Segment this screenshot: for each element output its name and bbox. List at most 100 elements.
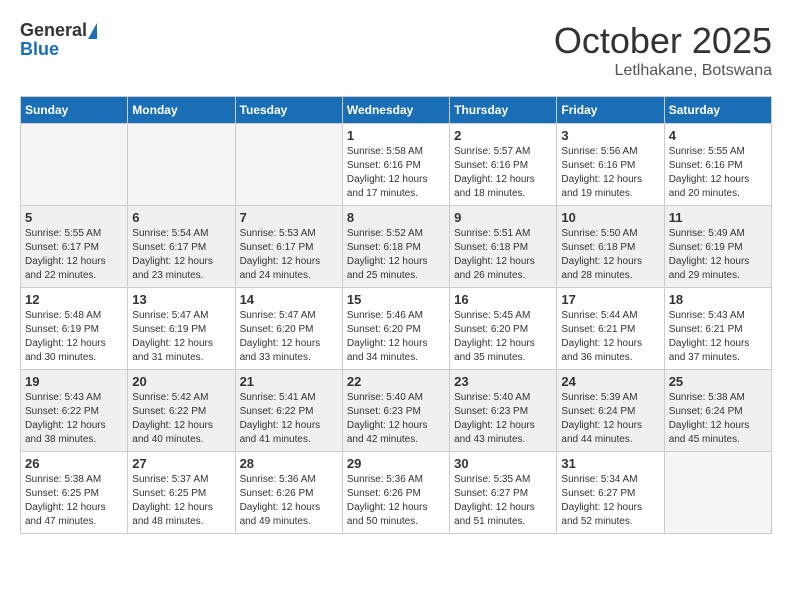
day-info: Sunrise: 5:39 AM Sunset: 6:24 PM Dayligh… [561,391,659,447]
day-info: Sunrise: 5:40 AM Sunset: 6:23 PM Dayligh… [454,391,552,447]
day-number: 20 [132,374,230,389]
table-row: 17Sunrise: 5:44 AM Sunset: 6:21 PM Dayli… [557,288,664,370]
day-info: Sunrise: 5:36 AM Sunset: 6:26 PM Dayligh… [240,473,338,529]
day-number: 27 [132,456,230,471]
table-row: 15 Sunrise: 5:46 AM Sunset: 6:20 PM Dayli… [342,288,449,370]
day-info: Sunrise: 5:46 AM Sunset: 6:20 PM Dayligh… [347,309,445,365]
day-number: 19 [25,374,123,389]
day-number: 28 [240,456,338,471]
table-row: 28 Sunrise: 5:36 AM Sunset: 6:26 PM Dayli… [235,452,342,534]
day-info: Sunrise: 5:47 AM Sunset: 6:19 PM Dayligh… [132,309,230,365]
day-info: Sunrise: 5:50 AM Sunset: 6:18 PM Dayligh… [561,227,659,283]
month-title: October 2025 [554,20,772,62]
table-row: 30Sunrise: 5:35 AM Sunset: 6:27 PM Dayli… [450,452,557,534]
day-number: 26 [25,456,123,471]
header-wednesday: Wednesday [342,97,449,124]
table-row: 25 Sunrise: 5:38 AM Sunset: 6:24 PM Dayli… [664,370,771,452]
calendar-header-row: Sunday Monday Tuesday Wednesday Thursday… [21,97,772,124]
day-number: 7 [240,210,338,225]
table-row: 19 Sunrise: 5:43 AM Sunset: 6:22 PM Dayli… [21,370,128,452]
day-number: 24 [561,374,659,389]
table-row: 18Sunrise: 5:43 AM Sunset: 6:21 PM Dayli… [664,288,771,370]
header-saturday: Saturday [664,97,771,124]
table-row [235,124,342,206]
day-info: Sunrise: 5:57 AM Sunset: 6:16 PM Dayligh… [454,145,552,201]
day-info: Sunrise: 5:54 AM Sunset: 6:17 PM Dayligh… [132,227,230,283]
table-row: 8 Sunrise: 5:52 AM Sunset: 6:18 PM Daylig… [342,206,449,288]
table-row: 26 Sunrise: 5:38 AM Sunset: 6:25 PM Dayli… [21,452,128,534]
calendar-table: Sunday Monday Tuesday Wednesday Thursday… [20,96,772,534]
day-number: 1 [347,128,445,143]
day-number: 16 [454,292,552,307]
day-number: 9 [454,210,552,225]
table-row: 1 Sunrise: 5:58 AM Sunset: 6:16 PM Daylig… [342,124,449,206]
table-row: 4 Sunrise: 5:55 AM Sunset: 6:16 PM Daylig… [664,124,771,206]
day-number: 4 [669,128,767,143]
day-info: Sunrise: 5:42 AM Sunset: 6:22 PM Dayligh… [132,391,230,447]
logo-triangle-icon [88,23,97,39]
day-number: 25 [669,374,767,389]
day-number: 21 [240,374,338,389]
day-info: Sunrise: 5:53 AM Sunset: 6:17 PM Dayligh… [240,227,338,283]
table-row: 22 Sunrise: 5:40 AM Sunset: 6:23 PM Dayli… [342,370,449,452]
day-info: Sunrise: 5:47 AM Sunset: 6:20 PM Dayligh… [240,309,338,365]
day-info: Sunrise: 5:48 AM Sunset: 6:19 PM Dayligh… [25,309,123,365]
calendar-week-row: 12 Sunrise: 5:48 AM Sunset: 6:19 PM Dayli… [21,288,772,370]
title-block: October 2025 Letlhakane, Botswana [554,20,772,80]
day-number: 3 [561,128,659,143]
table-row: 12 Sunrise: 5:48 AM Sunset: 6:19 PM Dayli… [21,288,128,370]
day-number: 18 [669,292,767,307]
day-info: Sunrise: 5:55 AM Sunset: 6:16 PM Dayligh… [669,145,767,201]
day-info: Sunrise: 5:36 AM Sunset: 6:26 PM Dayligh… [347,473,445,529]
day-info: Sunrise: 5:34 AM Sunset: 6:27 PM Dayligh… [561,473,659,529]
day-info: Sunrise: 5:49 AM Sunset: 6:19 PM Dayligh… [669,227,767,283]
day-number: 6 [132,210,230,225]
day-info: Sunrise: 5:37 AM Sunset: 6:25 PM Dayligh… [132,473,230,529]
table-row: 6 Sunrise: 5:54 AM Sunset: 6:17 PM Daylig… [128,206,235,288]
header-monday: Monday [128,97,235,124]
table-row: 27 Sunrise: 5:37 AM Sunset: 6:25 PM Dayli… [128,452,235,534]
day-number: 17 [561,292,659,307]
day-number: 12 [25,292,123,307]
table-row [128,124,235,206]
day-info: Sunrise: 5:43 AM Sunset: 6:22 PM Dayligh… [25,391,123,447]
calendar-week-row: 5 Sunrise: 5:55 AM Sunset: 6:17 PM Daylig… [21,206,772,288]
day-number: 30 [454,456,552,471]
day-number: 11 [669,210,767,225]
table-row: 29Sunrise: 5:36 AM Sunset: 6:26 PM Dayli… [342,452,449,534]
logo: General Blue [20,20,97,60]
day-info: Sunrise: 5:38 AM Sunset: 6:24 PM Dayligh… [669,391,767,447]
header-friday: Friday [557,97,664,124]
table-row: 5 Sunrise: 5:55 AM Sunset: 6:17 PM Daylig… [21,206,128,288]
table-row [21,124,128,206]
table-row: 24 Sunrise: 5:39 AM Sunset: 6:24 PM Dayli… [557,370,664,452]
table-row: 7 Sunrise: 5:53 AM Sunset: 6:17 PM Daylig… [235,206,342,288]
day-number: 31 [561,456,659,471]
day-info: Sunrise: 5:40 AM Sunset: 6:23 PM Dayligh… [347,391,445,447]
table-row: 21Sunrise: 5:41 AM Sunset: 6:22 PM Dayli… [235,370,342,452]
day-number: 5 [25,210,123,225]
table-row: 9Sunrise: 5:51 AM Sunset: 6:18 PM Daylig… [450,206,557,288]
day-info: Sunrise: 5:38 AM Sunset: 6:25 PM Dayligh… [25,473,123,529]
location-title: Letlhakane, Botswana [554,62,772,80]
day-number: 15 [347,292,445,307]
day-info: Sunrise: 5:58 AM Sunset: 6:16 PM Dayligh… [347,145,445,201]
table-row: 10Sunrise: 5:50 AM Sunset: 6:18 PM Dayli… [557,206,664,288]
day-number: 8 [347,210,445,225]
day-info: Sunrise: 5:55 AM Sunset: 6:17 PM Dayligh… [25,227,123,283]
table-row: 20 Sunrise: 5:42 AM Sunset: 6:22 PM Dayli… [128,370,235,452]
page-header: General Blue October 2025 Letlhakane, Bo… [20,20,772,80]
day-info: Sunrise: 5:56 AM Sunset: 6:16 PM Dayligh… [561,145,659,201]
table-row: 16 Sunrise: 5:45 AM Sunset: 6:20 PM Dayli… [450,288,557,370]
day-info: Sunrise: 5:52 AM Sunset: 6:18 PM Dayligh… [347,227,445,283]
day-number: 13 [132,292,230,307]
logo-blue-text: Blue [20,39,59,60]
day-info: Sunrise: 5:45 AM Sunset: 6:20 PM Dayligh… [454,309,552,365]
calendar-week-row: 26 Sunrise: 5:38 AM Sunset: 6:25 PM Dayli… [21,452,772,534]
day-number: 14 [240,292,338,307]
day-number: 22 [347,374,445,389]
table-row: 3 Sunrise: 5:56 AM Sunset: 6:16 PM Daylig… [557,124,664,206]
header-thursday: Thursday [450,97,557,124]
table-row: 14 Sunrise: 5:47 AM Sunset: 6:20 PM Dayli… [235,288,342,370]
table-row: 13 Sunrise: 5:47 AM Sunset: 6:19 PM Dayli… [128,288,235,370]
